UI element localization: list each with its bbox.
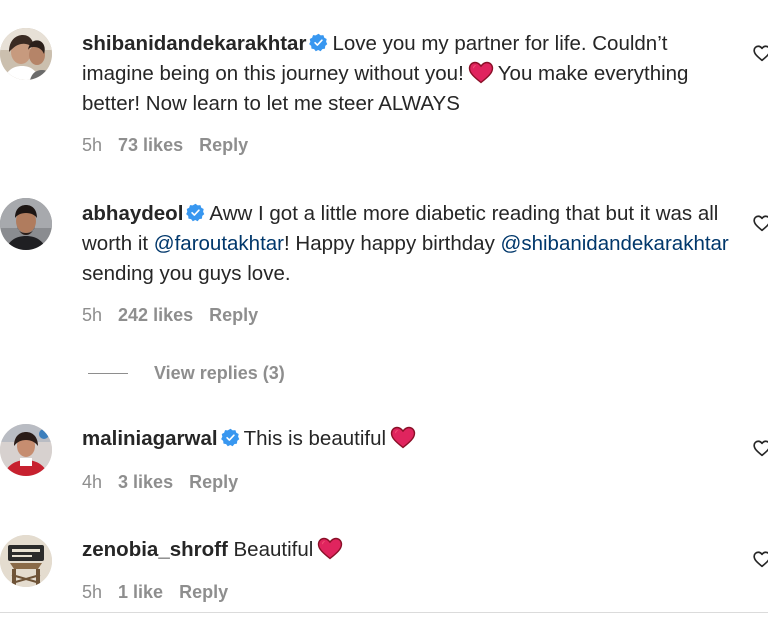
verified-badge-icon bbox=[309, 33, 328, 52]
heart-outline-icon[interactable] bbox=[752, 213, 768, 233]
mention-link[interactable]: @shibanidandekarakhtar bbox=[501, 232, 729, 255]
comment-meta: 4h 3 likes Reply bbox=[82, 472, 254, 493]
comment-text: shibanidandekarakhtar Love you my partner… bbox=[82, 29, 732, 119]
comment-likes-count[interactable]: 73 likes bbox=[118, 135, 183, 155]
heart-outline-icon[interactable] bbox=[752, 549, 768, 569]
comment-body-end: sending you guys love. bbox=[82, 262, 291, 285]
comment-username[interactable]: maliniagarwal bbox=[82, 427, 218, 450]
red-heart-emoji-icon bbox=[390, 426, 416, 449]
comment-meta: 5h 242 likes Reply bbox=[82, 305, 274, 326]
heart-outline-icon[interactable] bbox=[752, 438, 768, 458]
avatar[interactable] bbox=[0, 198, 52, 250]
avatar[interactable] bbox=[0, 535, 52, 587]
reply-button[interactable]: Reply bbox=[189, 472, 238, 492]
mention-link[interactable]: @faroutakhtar bbox=[154, 232, 284, 255]
comment-text: abhaydeol Aww I got a little more diabeti… bbox=[82, 199, 732, 289]
view-replies-button[interactable]: View replies (3) bbox=[88, 362, 285, 384]
comment-username[interactable]: shibanidandekarakhtar bbox=[82, 32, 306, 55]
red-heart-emoji-icon bbox=[468, 61, 494, 84]
avatar[interactable] bbox=[0, 28, 52, 80]
reply-button[interactable]: Reply bbox=[209, 305, 258, 325]
verified-badge-icon bbox=[186, 203, 205, 222]
comment-timestamp[interactable]: 5h bbox=[82, 135, 102, 155]
replies-divider-line bbox=[88, 372, 128, 374]
comment-body: This is beautiful bbox=[243, 427, 387, 450]
view-replies-label: View replies (3) bbox=[154, 362, 285, 383]
comment-text: maliniagarwal This is beautiful bbox=[82, 424, 732, 454]
verified-badge-icon bbox=[221, 428, 240, 447]
comment-likes-count[interactable]: 3 likes bbox=[118, 472, 173, 492]
comment-timestamp[interactable]: 5h bbox=[82, 582, 102, 602]
avatar[interactable] bbox=[0, 424, 52, 476]
comment-likes-count[interactable]: 242 likes bbox=[118, 305, 193, 325]
comment-timestamp[interactable]: 5h bbox=[82, 305, 102, 325]
comment-text: zenobia_shroff Beautiful bbox=[82, 535, 732, 565]
comment-username[interactable]: abhaydeol bbox=[82, 202, 183, 225]
comment-meta: 5h 1 like Reply bbox=[82, 582, 244, 603]
red-heart-emoji-icon bbox=[317, 537, 343, 560]
comment-body: Beautiful bbox=[233, 538, 314, 561]
comment-username[interactable]: zenobia_shroff bbox=[82, 538, 228, 561]
comment-body-continued: ! Happy happy birthday bbox=[284, 232, 495, 255]
comment-likes-count[interactable]: 1 like bbox=[118, 582, 163, 602]
reply-button[interactable]: Reply bbox=[179, 582, 228, 602]
heart-outline-icon[interactable] bbox=[752, 43, 768, 63]
reply-button[interactable]: Reply bbox=[199, 135, 248, 155]
divider bbox=[0, 612, 768, 613]
comment-timestamp[interactable]: 4h bbox=[82, 472, 102, 492]
comment-meta: 5h 73 likes Reply bbox=[82, 135, 264, 156]
